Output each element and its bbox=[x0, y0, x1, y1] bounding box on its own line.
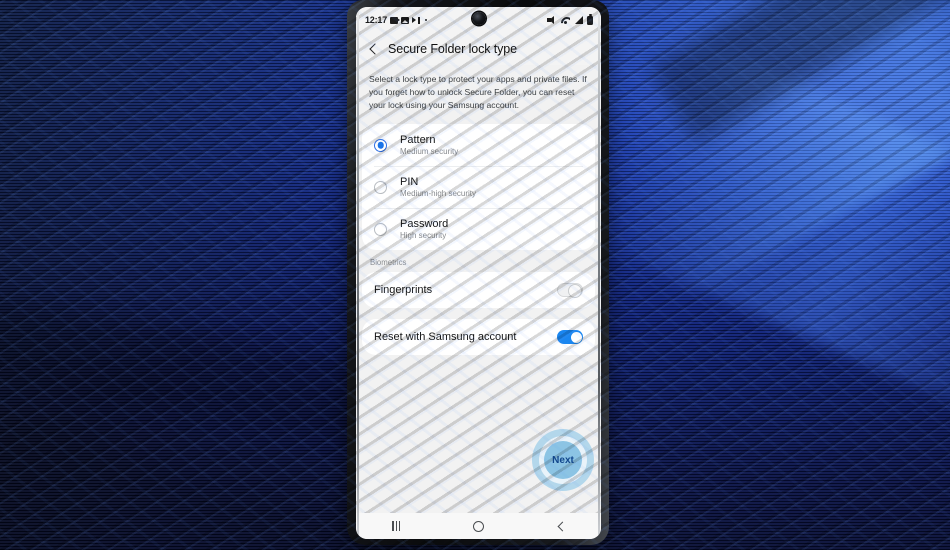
fingerprints-toggle[interactable] bbox=[557, 283, 583, 299]
description-text: Select a lock type to protect your apps … bbox=[369, 74, 587, 111]
phone-device-frame: 12:17 Secure Folder lock type Select a l… bbox=[347, 0, 609, 545]
lock-type-option-texts: Password High security bbox=[400, 218, 448, 240]
lock-type-option-texts: PIN Medium-high security bbox=[400, 176, 476, 198]
status-bar-right-group bbox=[547, 14, 593, 25]
media-player-icon bbox=[412, 16, 421, 24]
radio-button-password[interactable] bbox=[374, 222, 387, 236]
lock-type-list: Pattern Medium security PIN Medium-high … bbox=[362, 124, 595, 251]
settings-content: Select a lock type to protect your apps … bbox=[356, 65, 601, 513]
lock-type-title: Pattern bbox=[400, 134, 436, 147]
lock-type-subtitle: Medium-high security bbox=[400, 189, 477, 199]
lock-type-subtitle: High security bbox=[400, 231, 447, 241]
wallpaper-shadow-wedge bbox=[649, 0, 950, 144]
reset-option-label: Reset with Samsung account bbox=[374, 331, 517, 344]
fingerprints-label: Fingerprints bbox=[374, 284, 433, 297]
front-camera-punch-hole-icon bbox=[472, 12, 485, 25]
lock-type-subtitle: Medium security bbox=[400, 147, 459, 157]
status-clock: 12:17 bbox=[365, 15, 388, 25]
desktop-wallpaper: 12:17 Secure Folder lock type Select a l… bbox=[0, 0, 950, 550]
status-bar-left-group: 12:17 bbox=[365, 15, 428, 25]
mute-icon bbox=[547, 16, 556, 24]
next-button[interactable]: Next bbox=[532, 429, 594, 491]
next-button-label: Next bbox=[552, 454, 574, 466]
lock-type-option-pattern[interactable]: Pattern Medium security bbox=[362, 124, 595, 166]
biometrics-list: Fingerprints bbox=[362, 272, 595, 309]
biometrics-section-header: Biometrics bbox=[370, 258, 407, 268]
radio-button-pattern[interactable] bbox=[374, 138, 387, 152]
recents-icon[interactable] bbox=[392, 521, 401, 531]
reset-option-toggle[interactable] bbox=[557, 330, 583, 345]
page-title: Secure Folder lock type bbox=[388, 42, 518, 56]
back-arrow-icon[interactable] bbox=[368, 44, 378, 54]
home-icon[interactable] bbox=[472, 520, 484, 532]
app-bar: Secure Folder lock type bbox=[356, 33, 601, 65]
lock-type-title: Password bbox=[400, 218, 449, 231]
wifi-icon bbox=[560, 16, 570, 24]
back-icon[interactable] bbox=[556, 522, 565, 531]
lock-type-option-pin[interactable]: PIN Medium-high security bbox=[362, 166, 595, 208]
reset-option-card: Reset with Samsung account bbox=[362, 319, 595, 356]
lock-type-option-password[interactable]: Password High security bbox=[362, 208, 595, 250]
radio-button-pin[interactable] bbox=[374, 180, 387, 194]
biometrics-item-fingerprints[interactable]: Fingerprints bbox=[362, 272, 595, 308]
wallpaper-light-streak-secondary bbox=[575, 24, 950, 446]
lock-type-title: PIN bbox=[400, 176, 419, 189]
lock-type-option-texts: Pattern Medium security bbox=[400, 134, 458, 156]
reset-with-samsung-account-row[interactable]: Reset with Samsung account bbox=[362, 319, 595, 355]
camera-icon bbox=[390, 16, 401, 24]
gallery-icon bbox=[401, 16, 410, 24]
signal-icon bbox=[574, 16, 583, 24]
phone-screen: 12:17 Secure Folder lock type Select a l… bbox=[356, 7, 601, 539]
dot-icon bbox=[425, 19, 428, 21]
navigation-bar bbox=[356, 513, 601, 539]
battery-icon bbox=[587, 14, 593, 25]
